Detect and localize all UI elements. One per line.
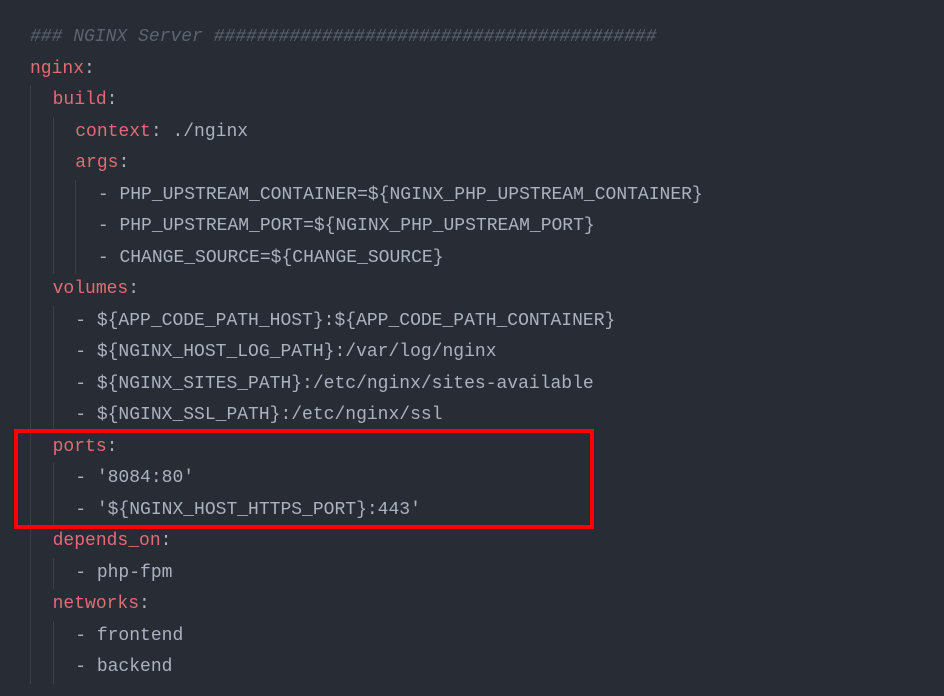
code-block: ### NGINX Server #######################… (30, 22, 944, 684)
code-line: - backend (30, 652, 944, 684)
code-line: - '${NGINX_HOST_HTTPS_PORT}:443' (30, 495, 944, 527)
code-line: depends_on: (30, 526, 944, 558)
code-lines: ### NGINX Server #######################… (30, 22, 944, 684)
code-line: - ${NGINX_SITES_PATH}:/etc/nginx/sites-a… (30, 369, 944, 401)
code-line: - frontend (30, 621, 944, 653)
code-line: - ${APP_CODE_PATH_HOST}:${APP_CODE_PATH_… (30, 306, 944, 338)
code-line: ### NGINX Server #######################… (30, 22, 944, 54)
code-line: - php-fpm (30, 558, 944, 590)
code-line: context: ./nginx (30, 117, 944, 149)
code-line: - PHP_UPSTREAM_CONTAINER=${NGINX_PHP_UPS… (30, 180, 944, 212)
code-line: ports: (30, 432, 944, 464)
code-line: - PHP_UPSTREAM_PORT=${NGINX_PHP_UPSTREAM… (30, 211, 944, 243)
code-line: nginx: (30, 54, 944, 86)
code-line: volumes: (30, 274, 944, 306)
code-line: args: (30, 148, 944, 180)
code-line: - CHANGE_SOURCE=${CHANGE_SOURCE} (30, 243, 944, 275)
code-line: networks: (30, 589, 944, 621)
code-line: - '8084:80' (30, 463, 944, 495)
code-line: - ${NGINX_HOST_LOG_PATH}:/var/log/nginx (30, 337, 944, 369)
code-line: build: (30, 85, 944, 117)
code-line: - ${NGINX_SSL_PATH}:/etc/nginx/ssl (30, 400, 944, 432)
